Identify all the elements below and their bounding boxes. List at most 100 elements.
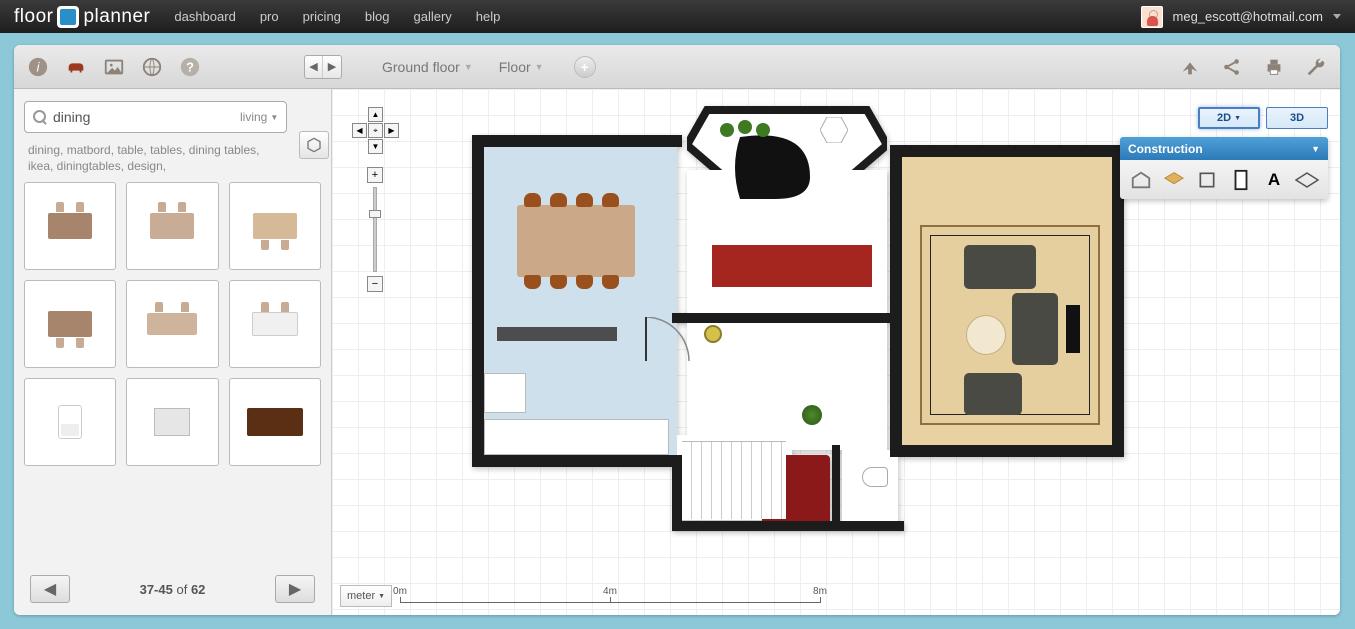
zoom-out[interactable]: − [367,276,383,292]
furniture-item[interactable] [126,280,218,368]
logo-icon [57,6,79,28]
zoom-handle[interactable] [369,210,381,218]
topbar: floor planner dashboard pro pricing blog… [0,0,1355,33]
tool-floor-icon[interactable] [1161,166,1186,193]
pager-of: of [176,582,187,597]
zoom-control: + − [367,167,385,292]
furniture-item[interactable] [24,280,116,368]
nav-next[interactable]: ▶ [323,56,341,78]
info-icon[interactable]: i [24,53,52,81]
nav-prev[interactable]: ◀ [305,56,323,78]
logo-text-2: planner [83,6,150,28]
pager-total: 62 [191,582,205,597]
toolbar: i ? ◀ ▶ Ground floor ▼ Floor ▼ + [14,45,1340,89]
pager-next[interactable]: ▶ [275,575,315,603]
undo-redo: ◀ ▶ [304,55,342,79]
view-switch: 2D▼ 3D [1198,107,1328,129]
pager: ◀ 37-45 of 62 ▶ [24,565,321,607]
construction-panel: Construction ▼ A [1120,137,1328,199]
pan-center[interactable]: ⌖ [368,123,383,138]
floor-label-1: Ground floor [382,59,460,75]
tool-surface-icon[interactable] [1295,166,1320,193]
construction-title: Construction [1128,142,1203,156]
nav-gallery[interactable]: gallery [413,9,451,24]
logo[interactable]: floor planner [14,6,150,28]
chevron-down-icon [1333,14,1341,19]
view-3d-thumb[interactable] [299,131,329,159]
furniture-item[interactable] [24,378,116,466]
help-icon[interactable]: ? [176,53,204,81]
nav-links: dashboard pro pricing blog gallery help [174,9,500,24]
chevron-down-icon: ▼ [535,62,544,72]
search-tags: dining, matbord, table, tables, dining t… [28,143,283,174]
furniture-item[interactable] [229,182,321,270]
wrench-icon[interactable] [1302,53,1330,81]
app-card: i ? ◀ ▶ Ground floor ▼ Floor ▼ + [14,45,1340,615]
pager-info: 37-45 of 62 [140,582,206,597]
furniture-item[interactable] [229,280,321,368]
pager-prev[interactable]: ◀ [30,575,70,603]
furniture-item[interactable] [24,182,116,270]
ruler: 0m 4m 8m [400,585,830,603]
nav-help[interactable]: help [476,9,501,24]
pan-down[interactable]: ▼ [368,139,383,154]
nav-pro[interactable]: pro [260,9,279,24]
tool-text-icon[interactable]: A [1261,166,1286,193]
units-label: meter [347,590,375,602]
tool-door-icon[interactable] [1228,166,1253,193]
furniture-item[interactable] [126,378,218,466]
nav-dashboard[interactable]: dashboard [174,9,235,24]
image-icon[interactable] [100,53,128,81]
view-3d-button[interactable]: 3D [1266,107,1328,129]
search-input[interactable] [53,109,234,125]
units-select[interactable]: meter▼ [340,585,392,607]
ruler-4: 4m [603,586,617,597]
chevron-down-icon: ▼ [464,62,473,72]
sidebar: living▼ dining, matbord, table, tables, … [14,89,332,615]
tool-room-icon[interactable] [1128,166,1153,193]
pager-range: 37-45 [140,582,173,597]
search-box[interactable]: living▼ [24,101,287,133]
chevron-down-icon: ▼ [270,113,278,122]
svg-text:?: ? [186,59,194,74]
share-icon[interactable] [1218,53,1246,81]
filter-select[interactable]: living▼ [240,110,278,124]
pan-right[interactable]: ▶ [384,123,399,138]
ruler-8: 8m [813,586,827,597]
view-3d-label: 3D [1290,112,1304,124]
logo-text-1: floor [14,6,53,28]
floor-plan[interactable] [472,105,1212,545]
chevron-down-icon: ▼ [378,593,385,600]
nav-pricing[interactable]: pricing [303,9,341,24]
ruler-0: 0m [393,586,407,597]
globe-icon[interactable] [138,53,166,81]
user-menu[interactable]: meg_escott@hotmail.com [1141,6,1341,28]
pan-control: ▲ ▼ ◀ ▶ ⌖ [350,105,402,157]
floor-selector-1[interactable]: Ground floor ▼ [382,59,473,75]
add-floor-button[interactable]: + [574,56,596,78]
search-icon [33,110,47,124]
chevron-down-icon[interactable]: ▼ [1311,144,1320,154]
nav-blog[interactable]: blog [365,9,390,24]
pan-left[interactable]: ◀ [352,123,367,138]
filter-label: living [240,110,267,124]
user-email: meg_escott@hotmail.com [1173,9,1323,24]
pan-up[interactable]: ▲ [368,107,383,122]
avatar-icon [1141,6,1163,28]
export-icon[interactable] [1176,53,1204,81]
floor-selector-2[interactable]: Floor ▼ [499,59,544,75]
view-2d-button[interactable]: 2D▼ [1198,107,1260,129]
furniture-item[interactable] [126,182,218,270]
furniture-icon[interactable] [62,53,90,81]
tool-wall-icon[interactable] [1195,166,1220,193]
view-2d-label: 2D [1217,112,1231,124]
zoom-track[interactable] [373,187,377,272]
floor-label-2: Floor [499,59,531,75]
print-icon[interactable] [1260,53,1288,81]
zoom-in[interactable]: + [367,167,383,183]
tool-text-label: A [1268,170,1280,190]
furniture-item[interactable] [229,378,321,466]
chevron-down-icon: ▼ [1234,115,1241,122]
furniture-grid [24,182,321,466]
canvas[interactable]: First design loaded [332,89,1340,615]
